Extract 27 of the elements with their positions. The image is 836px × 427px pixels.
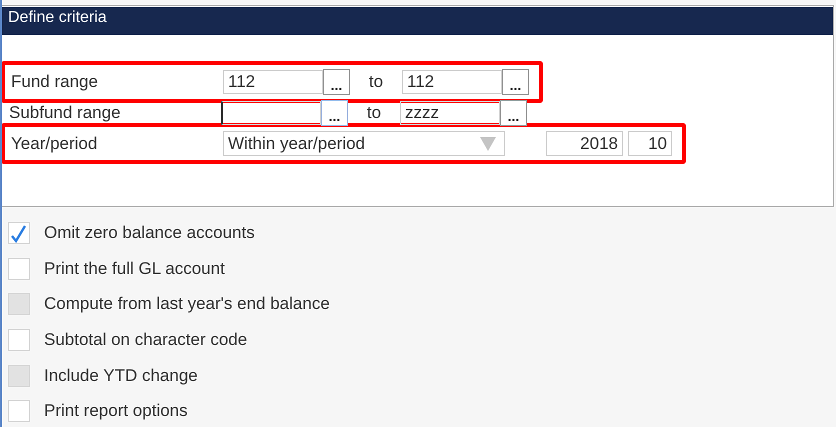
field-label: Subfund range	[9, 103, 122, 123]
input-field[interactable]: zzzz	[400, 101, 500, 125]
checkbox[interactable]	[8, 400, 30, 422]
browse-button[interactable]: ...	[323, 69, 350, 95]
dropdown-arrow-icon	[480, 136, 496, 150]
range-separator: to	[368, 72, 384, 92]
checkbox[interactable]	[8, 328, 30, 351]
option-label: Print report options	[44, 401, 188, 422]
option-label: Omit zero balance accounts	[44, 222, 255, 243]
browse-button[interactable]: ...	[500, 100, 527, 126]
option-label: Compute from last year's end balance	[44, 294, 330, 314]
period-field[interactable]: 10	[628, 131, 672, 156]
option-label: Subtotal on character code	[44, 330, 248, 350]
range-separator: to	[366, 103, 382, 123]
panel-title: Define criteria	[2, 7, 833, 35]
field-label: Fund range	[11, 72, 99, 92]
checkbox[interactable]	[8, 222, 30, 244]
input-field[interactable]: 112	[223, 70, 323, 94]
period-dropdown[interactable]: Within year/period	[223, 131, 505, 156]
option-label: Print the full GL account	[44, 258, 225, 279]
checkbox[interactable]	[8, 258, 30, 280]
input-field[interactable]: 112	[402, 70, 502, 94]
browse-button[interactable]: ...	[321, 100, 348, 126]
browse-button[interactable]: ...	[502, 69, 529, 95]
option-label: Include YTD change	[44, 366, 198, 386]
year-field[interactable]: 2018	[546, 131, 623, 156]
field-label: Year/period	[11, 134, 98, 154]
